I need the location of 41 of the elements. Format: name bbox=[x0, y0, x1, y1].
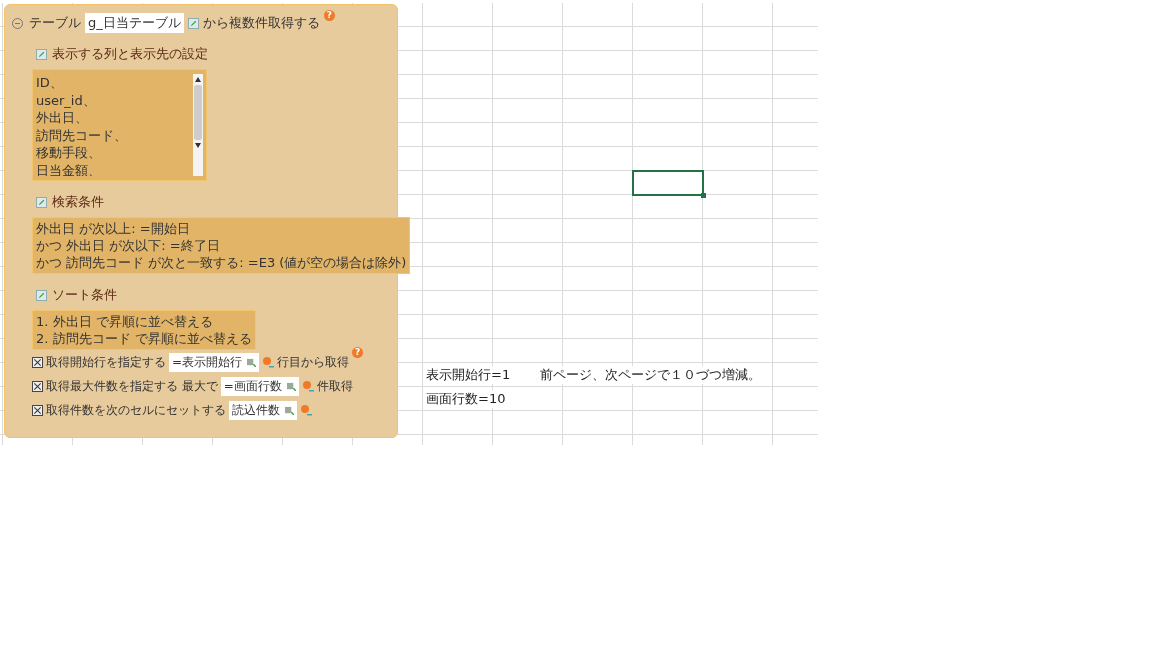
condition-text: 外出日 が次以上: =開始日 bbox=[36, 220, 191, 237]
cell-reference-icon[interactable] bbox=[286, 381, 296, 391]
list-item: 日当金額、 bbox=[36, 161, 102, 176]
section-title[interactable]: 表示する列と表示先の設定 bbox=[52, 45, 208, 63]
list-item: 外出日、 bbox=[36, 109, 89, 127]
list-item: 移動手段、 bbox=[36, 144, 102, 162]
label: テーブル bbox=[29, 14, 81, 32]
section-title[interactable]: ソート条件 bbox=[52, 286, 117, 304]
label: から複数件取得する bbox=[202, 14, 320, 32]
list-item: 訪問先コード、 bbox=[36, 126, 128, 144]
condition-box[interactable]: 外出日 が次以上: =開始日 かつ 外出日 が次以下: =終了日 かつ 訪問先コード が次と一致する: =E3 (値が空の場合は除外) bbox=[32, 217, 411, 274]
scrollbar[interactable] bbox=[193, 74, 203, 176]
value-field[interactable]: 読込件数 bbox=[229, 400, 297, 420]
condition-box[interactable]: 1. 外出日 で昇順に並べ替える 2. 訪問先コード で昇順に並べ替える bbox=[32, 310, 256, 350]
condition-text: 1. 外出日 で昇順に並べ替える bbox=[36, 313, 214, 330]
checkbox[interactable] bbox=[32, 404, 43, 416]
option-label: 行目から取得 bbox=[277, 353, 350, 371]
condition-text: 2. 訪問先コード で昇順に並べ替える bbox=[36, 330, 252, 347]
value-field[interactable]: =表示開始行 bbox=[169, 352, 260, 372]
table-field[interactable]: g_日当テーブル bbox=[85, 13, 184, 33]
option-label: 取得開始行を指定する bbox=[46, 353, 166, 371]
list-item: user_id、 bbox=[36, 91, 97, 109]
cell-reference-icon[interactable] bbox=[285, 405, 294, 415]
condition-text: かつ 訪問先コード が次と一致する: =E3 (値が空の場合は除外) bbox=[36, 254, 407, 271]
list-item: ID、 bbox=[36, 74, 64, 92]
option-label: 取得件数を次のセルにセットする bbox=[46, 401, 226, 419]
value-field[interactable]: =画面行数 bbox=[220, 376, 299, 396]
cell-text: 画面行数=10 bbox=[426, 390, 506, 408]
cell-reference-icon[interactable] bbox=[247, 357, 257, 367]
option-label: 件取得 bbox=[316, 377, 353, 395]
section-title[interactable]: 検索条件 bbox=[52, 193, 104, 211]
edit-icon[interactable] bbox=[36, 289, 47, 301]
checkbox[interactable] bbox=[32, 380, 43, 392]
edit-icon[interactable] bbox=[36, 196, 47, 208]
column-list[interactable]: ID、 user_id、 外出日、 訪問先コード、 移動手段、 日当金額、 bbox=[32, 69, 207, 181]
checkbox[interactable] bbox=[32, 356, 43, 368]
cell-cursor bbox=[632, 170, 704, 196]
edit-icon[interactable] bbox=[36, 48, 47, 60]
condition-text: かつ 外出日 が次以下: =終了日 bbox=[36, 237, 221, 254]
option-label: 取得最大件数を指定する 最大で bbox=[46, 377, 218, 395]
edit-icon[interactable] bbox=[187, 17, 199, 29]
